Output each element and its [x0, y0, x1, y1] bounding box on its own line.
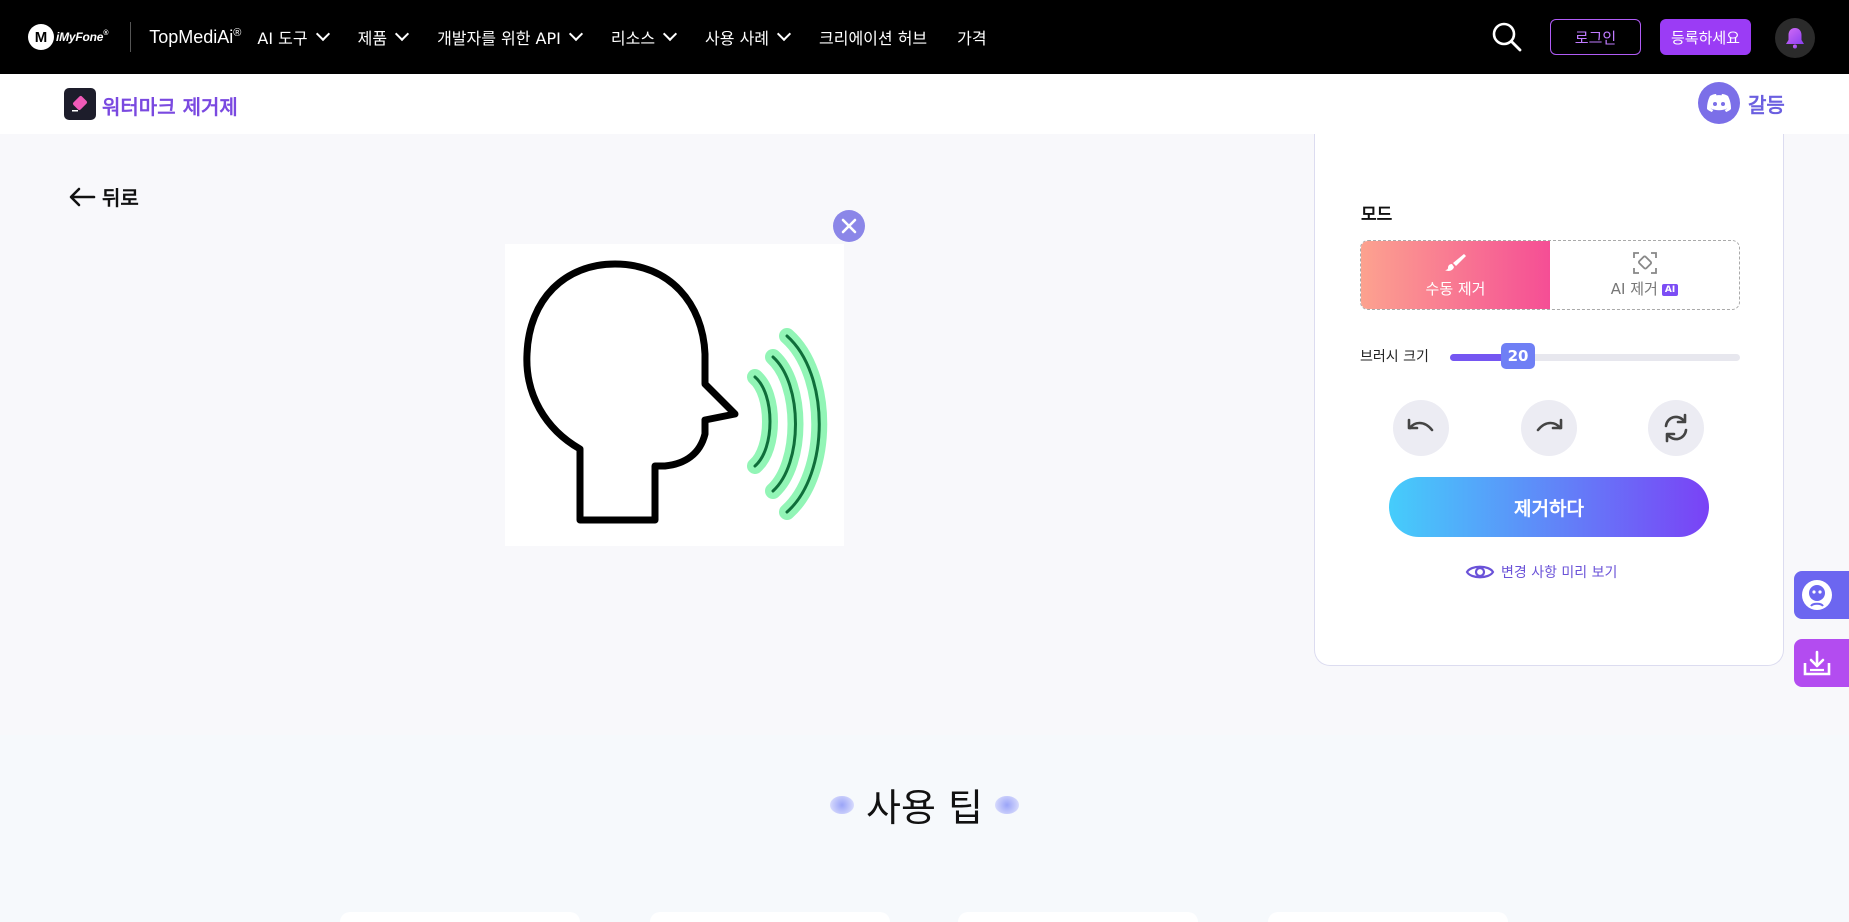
nav-item-products[interactable]: 제품	[358, 25, 410, 49]
tips-section: 사용 팁	[0, 735, 1849, 922]
discord-link[interactable]: 갈등	[1698, 82, 1785, 124]
tip-card	[958, 912, 1198, 922]
reset-icon	[1664, 413, 1688, 443]
control-panel: 모드 수동 제거 AI 제거 AI 브러시 크기 20 제거하다 변경 사항 미리…	[1314, 134, 1784, 666]
eye-icon	[1465, 565, 1495, 579]
main-nav: AI 도구 제품 개발자를 위한 API 리소스 사용 사례 크리에이션 허브 …	[257, 25, 1016, 49]
close-icon	[841, 218, 857, 234]
preview-label: 변경 사항 미리 보기	[1501, 565, 1618, 581]
redo-icon	[1536, 418, 1563, 432]
mode-label: 모드	[1361, 205, 1393, 225]
slider-thumb[interactable]: 20	[1501, 343, 1535, 369]
top-navbar: M iMyFone® TopMediAi® AI 도구 제품 개발자를 위한 A…	[0, 0, 1849, 74]
imyfone-logo-icon: M	[28, 24, 54, 50]
discord-icon	[1698, 82, 1740, 124]
search-icon[interactable]	[1490, 20, 1524, 54]
tips-title: 사용 팁	[866, 786, 983, 830]
download-icon	[1803, 650, 1830, 676]
bell-icon[interactable]	[1775, 18, 1815, 58]
ai-badge: AI	[1661, 283, 1679, 296]
decorative-dot-icon	[830, 795, 855, 814]
tip-card	[650, 912, 890, 922]
discord-label: 갈등	[1748, 92, 1785, 117]
arrow-left-icon	[69, 187, 96, 206]
back-label: 뒤로	[102, 186, 139, 210]
nav-item-creation-hub[interactable]: 크리에이션 허브	[819, 25, 927, 49]
support-icon	[1801, 580, 1832, 610]
redo-button[interactable]	[1521, 400, 1577, 456]
brand-name: iMyFone®	[56, 30, 109, 44]
tool-subheader: 워터마크 제거제 갈등	[0, 74, 1849, 134]
tip-card	[340, 912, 580, 922]
tips-heading: 사용 팁	[0, 777, 1849, 832]
decorative-dot-icon	[994, 795, 1019, 814]
mode-manual-label: 수동 제거	[1425, 279, 1486, 298]
back-button[interactable]: 뒤로	[68, 182, 139, 211]
preview-changes-link[interactable]: 변경 사항 미리 보기	[1465, 562, 1617, 582]
nav-item-ai-tools[interactable]: AI 도구	[257, 25, 330, 49]
nav-item-resources[interactable]: 리소스	[611, 25, 678, 49]
speaking-head-illustration	[523, 260, 828, 524]
undo-button[interactable]	[1393, 400, 1449, 456]
undo-icon	[1407, 418, 1434, 432]
signup-button[interactable]: 등록하세요	[1660, 19, 1751, 55]
brush-size-label: 브러시 크기	[1360, 349, 1429, 365]
chevron-down-icon	[394, 26, 410, 42]
product-logo[interactable]: TopMediAi®	[149, 27, 241, 48]
nav-item-developer-api[interactable]: 개발자를 위한 API	[437, 25, 583, 49]
reset-button[interactable]	[1648, 400, 1704, 456]
login-button[interactable]: 로그인	[1550, 19, 1641, 55]
mode-ai-label: AI 제거 AI	[1611, 278, 1679, 299]
mode-manual-option[interactable]: 수동 제거	[1361, 241, 1550, 309]
chevron-down-icon	[315, 26, 330, 42]
brush-size-slider[interactable]: 20	[1450, 343, 1740, 369]
chevron-down-icon	[568, 26, 583, 42]
brush-icon	[1444, 253, 1466, 271]
remove-watermark-button[interactable]: 제거하다	[1389, 477, 1709, 537]
mode-ai-option[interactable]: AI 제거 AI	[1550, 241, 1739, 309]
tip-card	[1268, 912, 1508, 922]
remove-image-button[interactable]	[833, 210, 865, 242]
uploaded-image[interactable]	[505, 244, 844, 546]
tool-title: 워터마크 제거제	[102, 95, 238, 119]
chevron-down-icon	[776, 26, 792, 42]
mode-selector: 수동 제거 AI 제거 AI	[1360, 240, 1740, 310]
chevron-down-icon	[662, 26, 678, 42]
brand[interactable]: M iMyFone®	[28, 24, 108, 50]
ai-eraser-icon	[1632, 252, 1657, 274]
nav-item-use-cases[interactable]: 사용 사례	[705, 25, 792, 49]
brand-divider	[130, 22, 132, 52]
nav-item-pricing[interactable]: 가격	[957, 25, 986, 49]
download-float-button[interactable]	[1794, 639, 1849, 687]
support-float-button[interactable]	[1794, 571, 1849, 619]
eraser-icon	[64, 88, 96, 120]
